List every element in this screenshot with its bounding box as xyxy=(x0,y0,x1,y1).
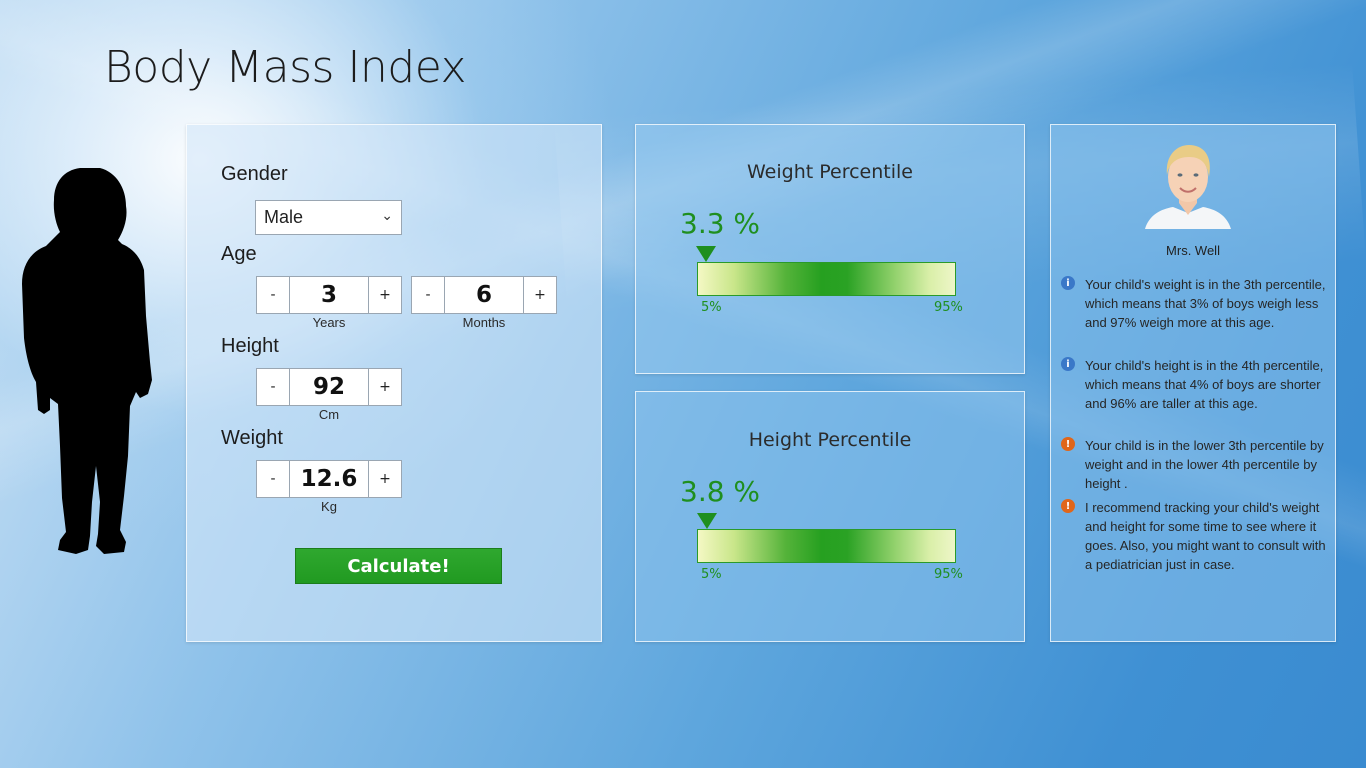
weight-percentile-title: Weight Percentile xyxy=(747,161,913,183)
weight-increment-button[interactable]: + xyxy=(368,460,402,498)
age-years-increment-button[interactable]: + xyxy=(368,276,402,314)
height-percentile-low-label: 5% xyxy=(701,567,722,582)
info-icon: i xyxy=(1061,276,1075,290)
height-percentile-bar xyxy=(697,529,956,563)
height-value[interactable]: 92 xyxy=(290,368,368,406)
doctor-message-text: Your child's height is in the 4th percen… xyxy=(1085,358,1324,411)
page-title: Body Mass Index xyxy=(104,42,467,93)
doctor-panel: Mrs. Well i Your child's weight is in th… xyxy=(1050,124,1336,642)
height-unit: Cm xyxy=(318,407,340,422)
doctor-avatar xyxy=(1145,145,1231,229)
age-months-stepper: - 6 + xyxy=(411,276,557,314)
height-label: Height xyxy=(221,335,279,357)
input-panel: Gender Male ⌄ Age - 3 + Years - 6 + Mont… xyxy=(186,124,602,642)
weight-percentile-bar xyxy=(697,262,956,296)
warning-icon: ! xyxy=(1061,499,1075,513)
age-months-value[interactable]: 6 xyxy=(445,276,523,314)
age-years-value[interactable]: 3 xyxy=(290,276,368,314)
age-months-decrement-button[interactable]: - xyxy=(411,276,445,314)
weight-stepper: - 12.6 + xyxy=(256,460,402,498)
age-months-increment-button[interactable]: + xyxy=(523,276,557,314)
weight-percentile-value: 3.3 % xyxy=(680,207,761,240)
gender-label: Gender xyxy=(221,163,288,185)
age-years-stepper: - 3 + xyxy=(256,276,402,314)
doctor-name: Mrs. Well xyxy=(1166,243,1220,258)
height-percentile-title: Height Percentile xyxy=(748,429,912,451)
doctor-message: i Your child's weight is in the 3th perc… xyxy=(1061,275,1329,332)
age-months-unit: Months xyxy=(462,315,506,330)
weight-percentile-marker xyxy=(695,246,716,262)
doctor-message-text: Your child's weight is in the 3th percen… xyxy=(1085,277,1326,330)
height-percentile-marker xyxy=(696,513,717,529)
height-percentile-high-label: 95% xyxy=(934,567,963,582)
info-icon: i xyxy=(1061,357,1075,371)
doctor-message: ! I recommend tracking your child's weig… xyxy=(1061,498,1329,574)
weight-unit: Kg xyxy=(321,499,337,514)
doctor-message: i Your child's height is in the 4th perc… xyxy=(1061,356,1329,413)
child-silhouette-image xyxy=(22,168,152,554)
weight-percentile-low-label: 5% xyxy=(701,300,722,315)
gender-select[interactable]: Male ⌄ xyxy=(255,200,402,235)
weight-percentile-panel: Weight Percentile 3.3 % 5% 95% xyxy=(635,124,1025,374)
age-years-unit: Years xyxy=(312,315,346,330)
chevron-down-icon: ⌄ xyxy=(381,207,393,223)
doctor-message-text: I recommend tracking your child's weight… xyxy=(1085,500,1326,572)
weight-percentile-high-label: 95% xyxy=(934,300,963,315)
gender-select-value: Male xyxy=(264,207,304,227)
height-percentile-panel: Height Percentile 3.8 % 5% 95% xyxy=(635,391,1025,642)
height-decrement-button[interactable]: - xyxy=(256,368,290,406)
weight-value[interactable]: 12.6 xyxy=(290,460,368,498)
height-stepper: - 92 + xyxy=(256,368,402,406)
age-label: Age xyxy=(221,243,257,265)
age-years-decrement-button[interactable]: - xyxy=(256,276,290,314)
calculate-button[interactable]: Calculate! xyxy=(295,548,502,584)
height-percentile-value: 3.8 % xyxy=(680,475,761,508)
doctor-message-text: Your child is in the lower 3th percentil… xyxy=(1085,438,1324,491)
height-increment-button[interactable]: + xyxy=(368,368,402,406)
warning-icon: ! xyxy=(1061,437,1075,451)
doctor-message: ! Your child is in the lower 3th percent… xyxy=(1061,436,1329,493)
weight-decrement-button[interactable]: - xyxy=(256,460,290,498)
weight-label: Weight xyxy=(221,427,283,449)
